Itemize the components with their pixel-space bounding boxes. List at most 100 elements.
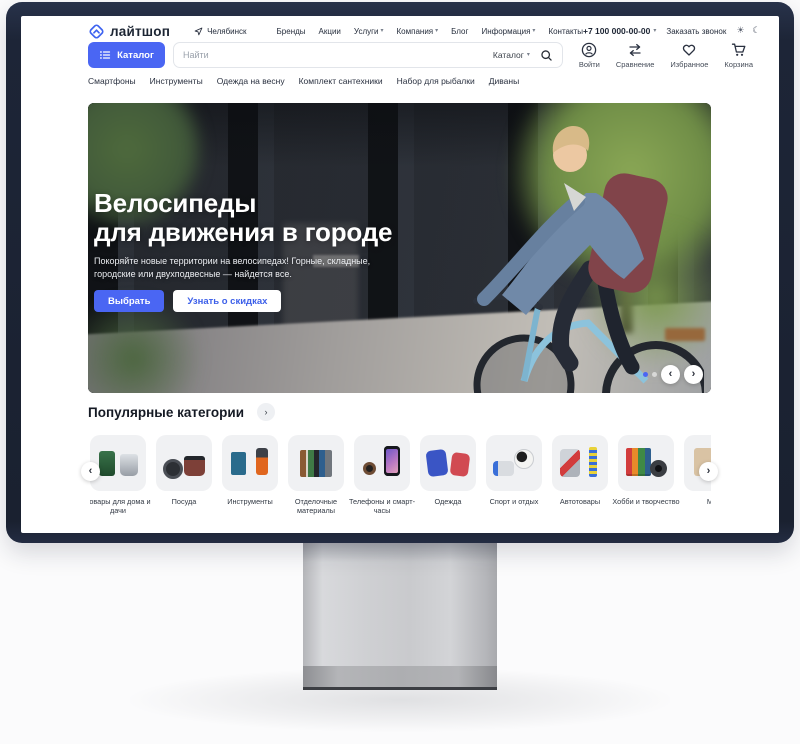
quick-link[interactable]: Набор для рыбалки [397, 76, 475, 86]
category-art-shape [300, 450, 332, 477]
quick-link[interactable]: Диваны [489, 76, 519, 86]
hero-prev-button[interactable]: ‹ [661, 365, 680, 384]
account-item-войти[interactable]: Войти [579, 42, 600, 69]
category-card[interactable]: Автотовары [552, 435, 608, 515]
categories-header: Популярные категории › [88, 403, 275, 421]
account-item-сравнение[interactable]: Сравнение [616, 42, 655, 69]
category-card[interactable]: Хобби и творчество [618, 435, 674, 515]
category-card-image [156, 435, 212, 491]
user-icon [581, 42, 597, 58]
hero-subtitle: Покоряйте новые территории на велосипеда… [94, 255, 396, 280]
category-card-image [552, 435, 608, 491]
category-card-label: Автотовары [545, 497, 615, 506]
category-card-image [288, 435, 344, 491]
search-row: Каталог Каталог ▾ Войти Сравнение Избранно… [88, 42, 753, 68]
category-art-shape [425, 449, 448, 477]
categories-title: Популярные категории [88, 405, 244, 420]
sun-icon[interactable]: ☀ [736, 26, 744, 36]
category-card[interactable]: Спорт и отдых [486, 435, 542, 515]
category-card[interactable]: Отделочные материалы [288, 435, 344, 515]
search-icon[interactable] [540, 49, 553, 62]
monitor-stand-foot [303, 666, 497, 690]
account-item-label: Войти [579, 60, 600, 69]
category-art-shape [450, 452, 471, 477]
city-selector[interactable]: Челябинск [194, 27, 246, 36]
monitor-bezel: лайтшоп Челябинск Бренды Акции Услуги▾ Комп… [6, 2, 794, 543]
category-card-image [222, 435, 278, 491]
hero-choose-button[interactable]: Выбрать [94, 290, 164, 312]
request-call-link[interactable]: Заказать звонок [666, 27, 726, 36]
topbar-menu-item[interactable]: Информация▾ [481, 27, 535, 36]
moon-icon[interactable]: ☾ [752, 26, 760, 36]
list-icon [99, 49, 111, 61]
monitor-stand [303, 541, 497, 690]
category-art-shape [493, 461, 514, 476]
category-art-shape [589, 447, 597, 477]
categories-track: Товары для дома и дачиПосудаИнструментыО… [90, 435, 711, 515]
chevron-down-icon: ▾ [435, 28, 438, 34]
category-art-shape [514, 449, 534, 469]
hero-discounts-button[interactable]: Узнать о скидках [173, 290, 281, 312]
category-card[interactable]: Телефоны и смарт-часы [354, 435, 410, 515]
chevron-down-icon: ▾ [381, 28, 384, 34]
category-card-image [354, 435, 410, 491]
category-art-shape [626, 448, 651, 476]
catalog-button[interactable]: Каталог [88, 42, 165, 68]
location-icon [194, 27, 203, 36]
account-item-label: Корзина [724, 60, 753, 69]
phone-text: +7 100 000-00-00 [583, 26, 650, 36]
hero-buttons: Выбрать Узнать о скидках [94, 290, 424, 312]
category-card[interactable]: Посуда [156, 435, 212, 515]
topbar-menu-item[interactable]: Услуги▾ [354, 27, 384, 36]
logo-text: лайтшоп [110, 24, 170, 39]
topbar-menu-item[interactable]: Бренды [277, 27, 306, 36]
category-art-shape [99, 451, 115, 476]
search-category-value: Каталог [493, 50, 524, 60]
category-card-label: Хобби и творчество [611, 497, 681, 506]
category-art-shape [650, 460, 667, 477]
category-art-shape [256, 448, 268, 475]
account-item-избранное[interactable]: Избранное [670, 42, 708, 69]
topbar-menu-item[interactable]: Акции [319, 27, 341, 36]
quick-link[interactable]: Инструменты [150, 76, 203, 86]
search-category-select[interactable]: Каталог ▾ [493, 50, 530, 60]
logo[interactable]: лайтшоп [88, 23, 170, 40]
categories-carousel: Товары для дома и дачиПосудаИнструментыО… [88, 435, 711, 527]
topbar-menu-item[interactable]: Компания▾ [397, 27, 439, 36]
hero-carousel-controls: ‹ › [643, 365, 703, 384]
category-card[interactable]: Одежда [420, 435, 476, 515]
compare-icon [627, 42, 643, 58]
hero-copy: Велосипеды для движения в городе Покоряй… [94, 189, 424, 312]
categories-next-button[interactable]: › [699, 462, 718, 481]
quick-link[interactable]: Смартфоны [88, 76, 136, 86]
logo-icon [88, 23, 105, 40]
category-card-image [618, 435, 674, 491]
categories-prev-button[interactable]: ‹ [81, 462, 100, 481]
quick-link[interactable]: Комплект сантехники [299, 76, 383, 86]
carousel-dot-active[interactable] [643, 372, 648, 377]
category-card[interactable]: Инструменты [222, 435, 278, 515]
category-card-label: Ме [677, 497, 711, 506]
category-card-image [420, 435, 476, 491]
categories-title-arrow[interactable]: › [257, 403, 275, 421]
phone-number[interactable]: +7 100 000-00-00 ▾ [583, 26, 656, 36]
account-item-label: Избранное [670, 60, 708, 69]
catalog-button-label: Каталог [117, 50, 154, 61]
category-art-shape [560, 449, 580, 477]
carousel-dot[interactable] [652, 372, 657, 377]
category-card-label: Одежда [413, 497, 483, 506]
quick-link[interactable]: Одежда на весну [217, 76, 285, 86]
topbar-menu-item[interactable]: Блог [451, 27, 468, 36]
category-card-label: Инструменты [215, 497, 285, 506]
hero-next-button[interactable]: › [684, 365, 703, 384]
category-card-label: Телефоны и смарт-часы [347, 497, 417, 515]
header-topbar: лайтшоп Челябинск Бренды Акции Услуги▾ Комп… [88, 20, 753, 42]
search-input[interactable] [183, 50, 493, 60]
heart-icon [681, 42, 697, 58]
topbar-right: +7 100 000-00-00 ▾ Заказать звонок ☀ ☾ [583, 26, 761, 36]
topbar-menu-item[interactable]: Контакты [548, 27, 583, 36]
account-item-корзина[interactable]: Корзина [724, 42, 753, 69]
category-card-label: Товары для дома и дачи [90, 497, 153, 515]
search-box: Каталог ▾ [173, 42, 563, 68]
category-art-shape [184, 456, 205, 476]
